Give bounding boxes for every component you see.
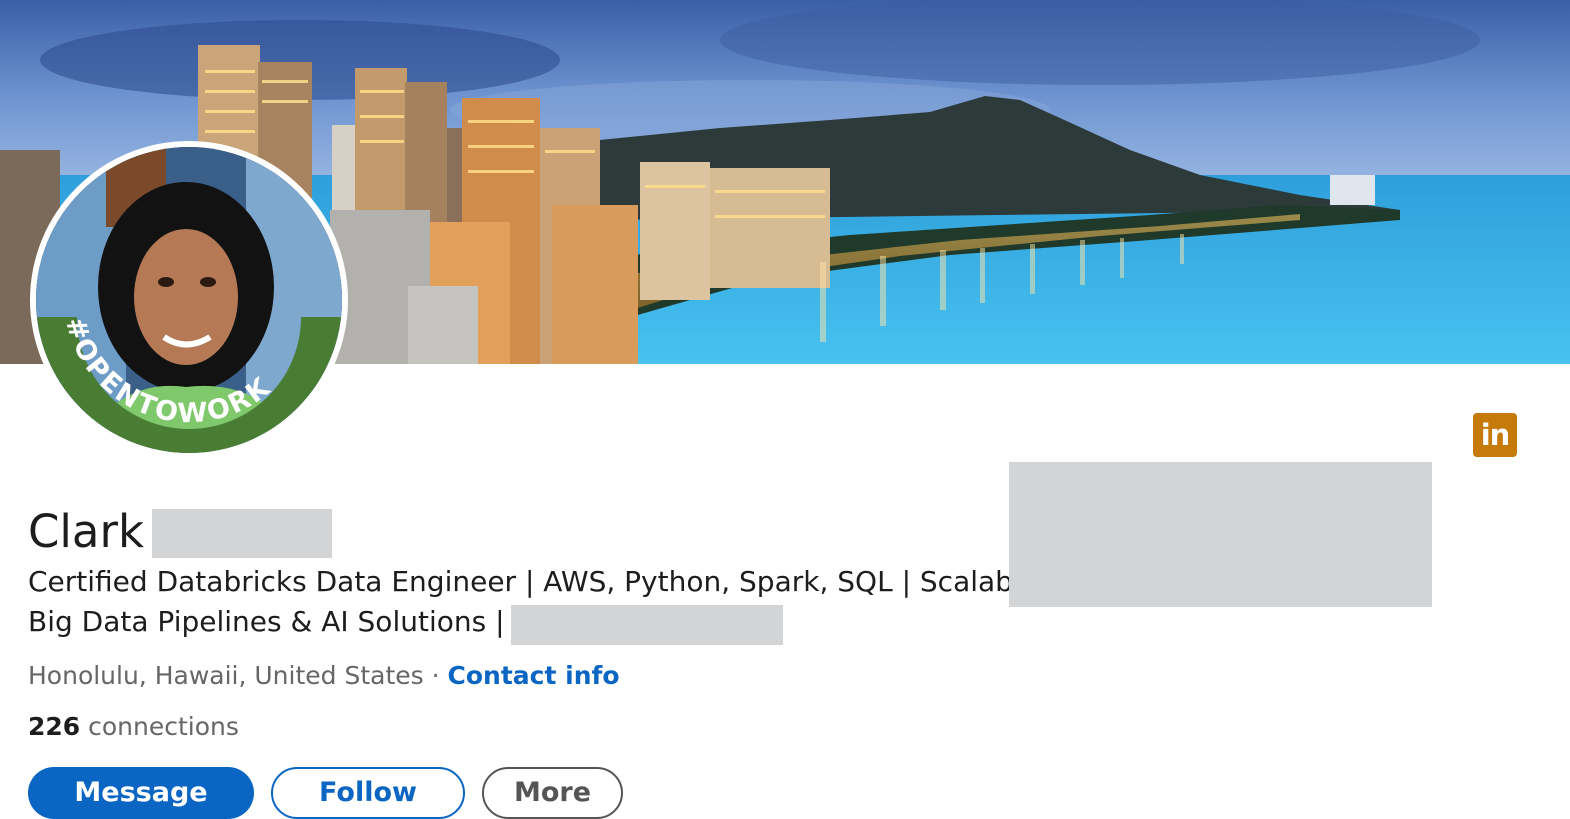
message-button[interactable]: Message <box>28 767 254 819</box>
more-button[interactable]: More <box>482 767 623 819</box>
location-row: Honolulu, Hawaii, United States · Contac… <box>28 658 620 694</box>
profile-photo[interactable]: #OPENTOWORK <box>30 141 348 459</box>
profile-headline: Certified Databricks Data Engineer | AWS… <box>28 562 1018 642</box>
more-button-label: More <box>513 777 592 808</box>
message-button-label: Message <box>74 777 208 808</box>
connections-count: 226 <box>28 712 81 741</box>
person-photo: #OPENTOWORK <box>36 147 342 453</box>
contact-info-link[interactable]: Contact info <box>448 661 620 690</box>
redacted-last-name <box>152 509 332 558</box>
location-separator: · <box>431 661 440 690</box>
linkedin-logo-text: in <box>1480 418 1511 452</box>
connections-row[interactable]: 226 connections <box>28 709 239 745</box>
first-name: Clark <box>28 505 145 558</box>
follow-button[interactable]: Follow <box>271 767 465 819</box>
location-text: Honolulu, Hawaii, United States <box>28 661 424 690</box>
follow-button-label: Follow <box>319 777 417 808</box>
redacted-block-right-overlay <box>1009 462 1432 607</box>
connections-label: connections <box>88 712 239 741</box>
avatar: #OPENTOWORK <box>36 147 342 453</box>
profile-name: Clark <box>28 505 144 559</box>
linkedin-icon: in <box>1473 413 1517 457</box>
headline-line-1: Certified Databricks Data Engineer | AWS… <box>28 565 1018 598</box>
headline-line-2: Big Data Pipelines & AI Solutions | <box>28 605 505 638</box>
